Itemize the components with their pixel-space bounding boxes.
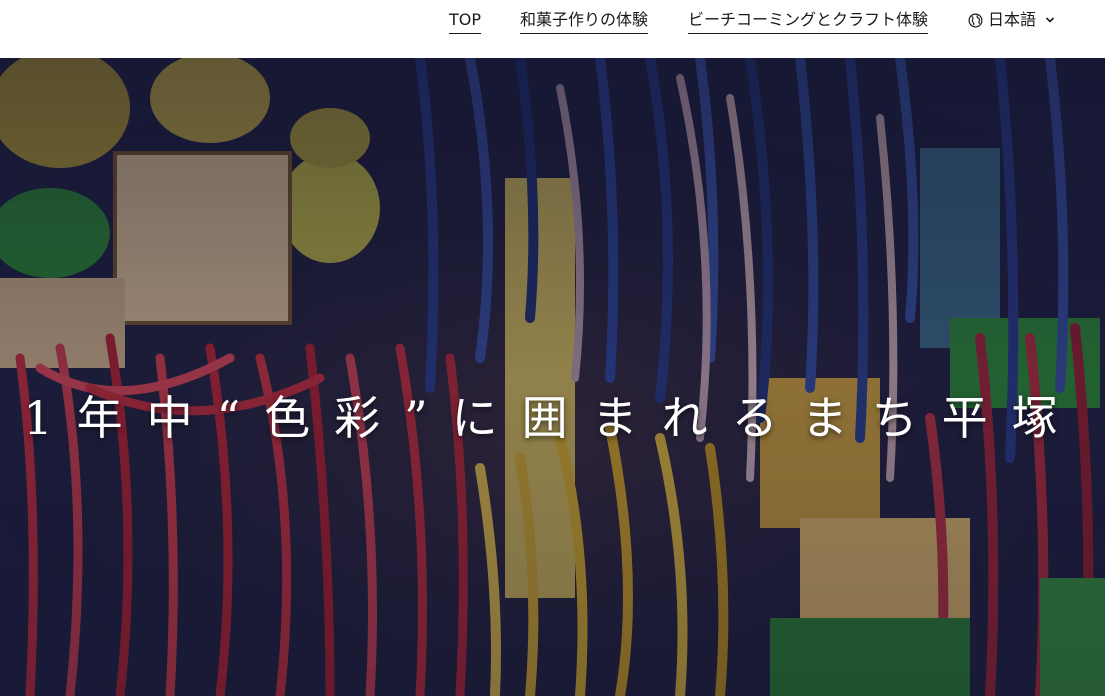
nav-link-wagashi[interactable]: 和菓子作りの体験 bbox=[520, 10, 649, 34]
hero-banner: 1年中“色彩”に囲まれるまち平塚 bbox=[0, 58, 1105, 696]
globe-icon bbox=[968, 13, 983, 28]
hero-title: 1年中“色彩”に囲まれるまち平塚 bbox=[23, 391, 1082, 445]
nav-link-beachcombing[interactable]: ビーチコーミングとクラフト体験 bbox=[688, 10, 929, 34]
hero-background-image bbox=[0, 58, 1105, 696]
language-selector[interactable]: 日本語 bbox=[968, 10, 1055, 30]
language-label: 日本語 bbox=[988, 10, 1037, 29]
site-header: TOP 和菓子作りの体験 ビーチコーミングとクラフト体験 日本語 bbox=[0, 0, 1105, 58]
nav-link-top[interactable]: TOP bbox=[449, 10, 482, 34]
chevron-down-icon bbox=[1045, 16, 1055, 24]
